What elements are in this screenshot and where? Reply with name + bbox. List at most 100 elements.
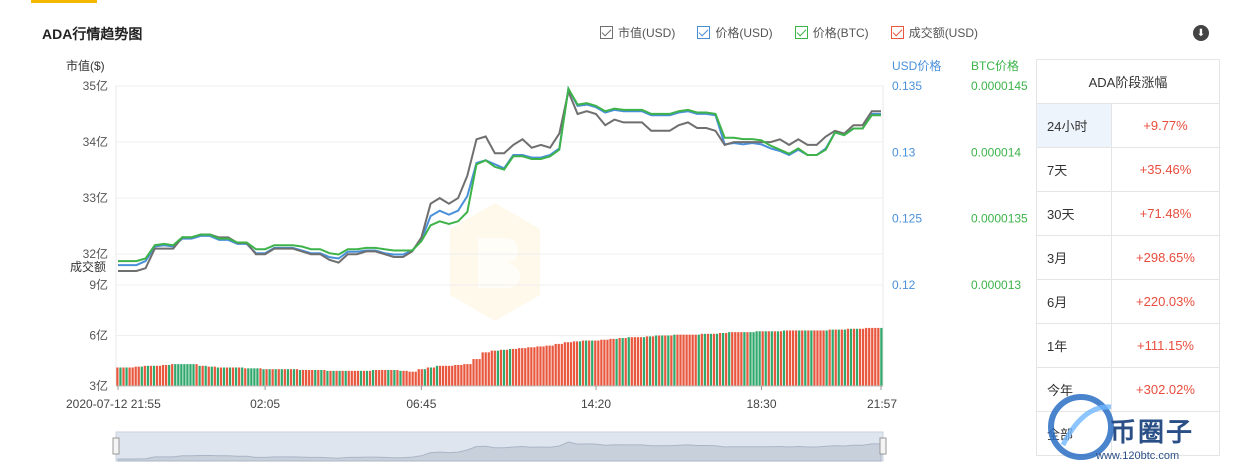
volume-bar <box>344 370 347 386</box>
volume-bar <box>597 340 600 386</box>
volume-bar <box>396 370 399 386</box>
x-tick-label: 21:57 <box>867 397 897 411</box>
volume-bar <box>554 343 557 386</box>
table-row[interactable]: 7天 +35.46% <box>1036 147 1220 192</box>
volume-bar <box>375 370 378 386</box>
volume-bar <box>706 333 710 386</box>
volume-bar <box>858 328 862 386</box>
volume-bar <box>676 334 679 386</box>
volume-bar <box>655 335 658 386</box>
performance-table-title: ADA阶段涨幅 <box>1036 59 1220 104</box>
volume-bar <box>216 367 219 386</box>
volume-bar <box>253 368 256 386</box>
volume-bar <box>661 335 664 386</box>
volume-bar <box>791 330 795 386</box>
volume-bar <box>490 350 493 386</box>
volume-bar <box>311 370 314 386</box>
volume-bar <box>673 334 676 386</box>
volume-bar <box>286 369 289 386</box>
y-tick-label-btc-price: 0.0000145 <box>971 79 1028 93</box>
period-change: +35.46% <box>1111 147 1220 192</box>
volume-bar <box>484 352 487 386</box>
volume-bar <box>694 334 697 386</box>
volume-bar <box>192 364 195 386</box>
volume-bar <box>585 340 588 386</box>
x-tick-label: 2020-07-12 21:55 <box>66 397 161 411</box>
volume-bar <box>445 365 448 386</box>
volume-bar <box>767 331 770 386</box>
volume-bar <box>222 367 226 386</box>
period-change: +71.48% <box>1111 191 1220 236</box>
period-label: 7天 <box>1036 147 1112 192</box>
volume-bar <box>341 370 344 386</box>
volume-bar <box>575 341 579 386</box>
table-row[interactable]: 1年 +111.15% <box>1036 323 1220 368</box>
volume-bar <box>231 367 235 386</box>
y-tick-label-market-cap: 34亿 <box>83 134 108 149</box>
volume-bar <box>399 370 402 386</box>
volume-bar <box>816 330 819 386</box>
volume-bar <box>533 347 536 386</box>
volume-bar <box>743 332 746 386</box>
volume-bar <box>615 338 618 386</box>
volume-bar <box>472 359 475 386</box>
volume-bar <box>651 336 655 386</box>
volume-bar <box>119 367 122 386</box>
volume-bar <box>852 328 856 386</box>
volume-bar <box>225 367 229 386</box>
volume-bar <box>183 364 186 386</box>
volume-bar <box>609 338 612 386</box>
volume-bar <box>454 364 457 386</box>
volume-bar <box>840 329 843 386</box>
volume-bar <box>371 370 375 386</box>
volume-bar <box>642 337 646 386</box>
volume-bar <box>289 369 293 386</box>
volume-bar <box>621 338 624 386</box>
volume-bar <box>648 336 652 386</box>
volume-bar <box>408 371 411 386</box>
volume-bar <box>204 365 207 386</box>
volume-bar <box>256 368 259 386</box>
volume-bar <box>381 370 384 386</box>
volume-bar <box>487 352 490 386</box>
volume-bar <box>618 338 621 386</box>
navigator-handle-left[interactable] <box>112 437 120 455</box>
range-navigator[interactable] <box>112 431 887 462</box>
volume-bar <box>414 371 417 386</box>
volume-bar <box>457 364 460 386</box>
volume-bar <box>636 337 640 386</box>
volume-bar <box>314 370 317 386</box>
period-label: 3月 <box>1036 235 1112 280</box>
volume-bar <box>210 366 213 386</box>
volume-bar <box>761 331 764 386</box>
volume-bar <box>213 366 216 386</box>
volume-bar <box>359 370 363 386</box>
volume-bar <box>353 370 356 386</box>
volume-bar <box>880 327 883 386</box>
volume-bar <box>773 331 776 386</box>
period-change: +298.65% <box>1111 235 1220 280</box>
volume-bar <box>612 338 615 386</box>
volume-bar <box>189 364 192 386</box>
volume-bar <box>588 340 591 386</box>
table-row[interactable]: 6月 +220.03% <box>1036 279 1220 324</box>
volume-bar <box>235 367 238 386</box>
volume-bar <box>804 330 807 386</box>
volume-bar <box>551 345 554 386</box>
volume-bar <box>539 346 542 386</box>
volume-bar <box>508 348 512 386</box>
volume-bar <box>548 345 551 386</box>
volume-bar <box>158 365 162 386</box>
table-row[interactable]: 24小时 +9.77% <box>1036 103 1220 148</box>
navigator-handle-right[interactable] <box>879 437 887 455</box>
volume-bar <box>387 370 390 386</box>
table-row[interactable]: 3月 +298.65% <box>1036 235 1220 280</box>
table-row[interactable]: 30天 +71.48% <box>1036 191 1220 236</box>
volume-bar <box>122 367 125 386</box>
period-change: +220.03% <box>1111 279 1220 324</box>
volume-bar <box>195 364 198 386</box>
download-icon[interactable]: ⬇ <box>1193 25 1209 41</box>
volume-bar <box>831 329 834 386</box>
volume-bar <box>688 334 691 386</box>
volume-bar <box>721 332 725 386</box>
